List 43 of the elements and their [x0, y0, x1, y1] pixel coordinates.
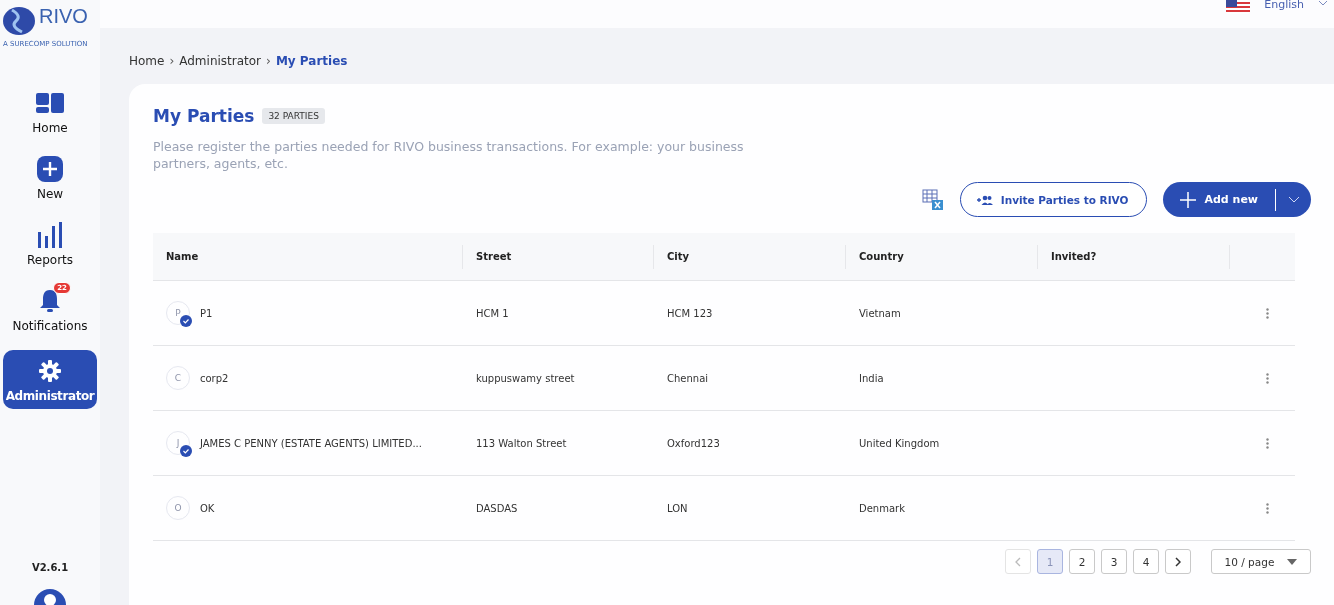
table-cell-text: Denmark	[858, 502, 906, 514]
page-description: Please register the parties needed for RIVO business transactions. For example: your business partners, agents, etc.	[153, 138, 745, 172]
party-name[interactable]: JAMES C PENNY (ESTATE AGENTS) LIMITED...	[200, 437, 422, 449]
table-cell-text: DASDAS	[475, 502, 519, 514]
nav-item[interactable]: New	[3, 152, 97, 207]
table-cell-text: India	[858, 372, 885, 384]
table-cell-text: Chennai	[666, 372, 710, 384]
table-cell-text: United Kingdom	[858, 437, 941, 449]
table-cell-text: HCM 123	[666, 307, 714, 319]
party-name[interactable]: OK	[200, 502, 215, 514]
invite-parties-button[interactable]: Invite Parties to RIVO	[959, 182, 1148, 217]
breadcrumb-separator: ›	[169, 54, 175, 68]
column-header: Street	[463, 244, 654, 269]
column-header: City	[654, 244, 846, 269]
table-cell-text: kuppuswamy street	[475, 372, 576, 384]
table-cell-text: 113 Walton Street	[475, 437, 568, 449]
table-cell-text: Oxford123	[666, 437, 721, 449]
column-header: Invited?	[1038, 244, 1230, 269]
add-new-button[interactable]: Add new	[1163, 188, 1276, 211]
page-button[interactable]: 2	[1069, 549, 1095, 574]
party-name[interactable]: corp2	[200, 372, 229, 384]
nav-item[interactable]: Reports	[3, 218, 97, 273]
add-new-split-button[interactable]: Add new	[1163, 182, 1311, 217]
breadcrumb-link[interactable]: My Parties	[275, 54, 348, 68]
table-cell-text: LON	[666, 502, 689, 514]
breadcrumb-separator: ›	[266, 54, 271, 68]
logo-wordmark: RIVO	[39, 6, 88, 26]
language-selector[interactable]: English	[1264, 0, 1304, 11]
page-size-select[interactable]: 10 / page	[1211, 549, 1311, 574]
table-cell-text: HCM 1	[475, 307, 510, 319]
page-title: My Parties	[153, 106, 255, 126]
page-button[interactable]: 3	[1101, 549, 1127, 574]
column-header: Country	[846, 244, 1038, 269]
version-label: V2.6.1	[31, 562, 69, 573]
table-cell-text: Vietnam	[858, 307, 902, 319]
nav-item[interactable]: Administrator	[3, 350, 97, 409]
column-header: Name	[153, 244, 463, 269]
party-name[interactable]: P1	[200, 307, 213, 319]
breadcrumb-link[interactable]: Home	[129, 54, 165, 68]
breadcrumb-link[interactable]: Administrator	[179, 54, 262, 68]
party-count-badge: 32 PARTIES	[262, 108, 325, 124]
nav-item[interactable]: Home	[3, 86, 97, 141]
page-button[interactable]: 4	[1133, 549, 1159, 574]
